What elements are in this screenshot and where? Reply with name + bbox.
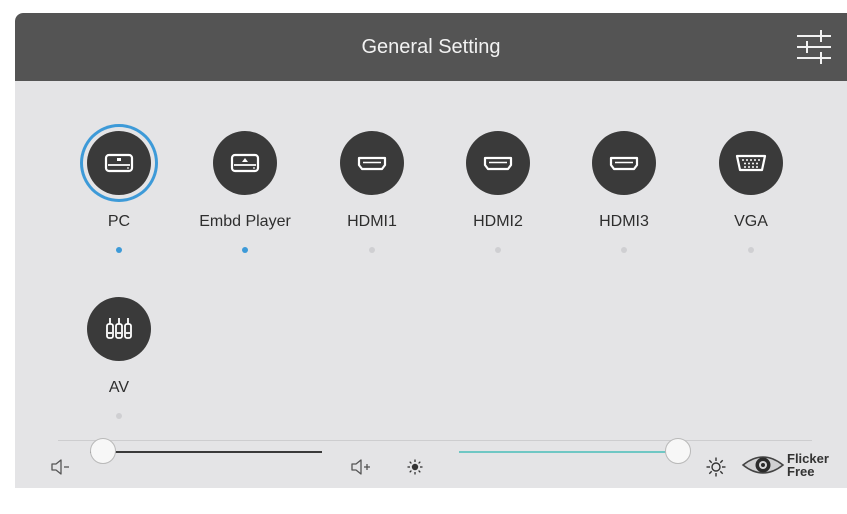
source-status-dot: [748, 247, 754, 253]
volume-up-icon[interactable]: [351, 459, 373, 480]
hdmi-icon: [466, 131, 530, 195]
source-pc[interactable]: PC: [59, 131, 179, 253]
source-vga[interactable]: VGA: [691, 131, 811, 253]
source-status-dot: [495, 247, 501, 253]
brightness-slider-fill: [459, 451, 679, 453]
brightness-high-icon[interactable]: [706, 457, 726, 482]
brightness-slider-knob[interactable]: [665, 438, 691, 464]
eye-icon: [741, 451, 785, 484]
source-label: HDMI3: [599, 213, 649, 230]
source-status-dot: [621, 247, 627, 253]
volume-slider-knob[interactable]: [90, 438, 116, 464]
volume-down-icon[interactable]: [51, 459, 73, 480]
source-label: HDMI2: [473, 213, 523, 230]
page-title: General Setting: [361, 36, 501, 58]
source-embd-player[interactable]: Embd Player: [185, 131, 305, 253]
source-status-dot: [242, 247, 248, 253]
volume-slider-track: [90, 451, 322, 453]
sliders-icon[interactable]: [794, 27, 834, 67]
source-hdmi1[interactable]: HDMI1: [312, 131, 432, 253]
source-status-dot: [116, 247, 122, 253]
hdmi-icon: [340, 131, 404, 195]
flicker-free-line2: Free: [787, 464, 815, 479]
player-drive-icon: [213, 131, 277, 195]
source-label: Embd Player: [199, 213, 291, 230]
source-label: AV: [108, 379, 130, 396]
source-label: HDMI1: [347, 213, 397, 230]
source-status-dot: [369, 247, 375, 253]
source-hdmi3[interactable]: HDMI3: [564, 131, 684, 253]
source-status-dot: [116, 413, 122, 419]
flicker-free-badge[interactable]: Flicker Free: [741, 449, 841, 481]
av-icon: [87, 297, 151, 361]
settings-panel: General Setting PC Embd Player HDMI1 HDM…: [15, 13, 847, 488]
brightness-low-icon[interactable]: [407, 459, 423, 480]
source-hdmi2[interactable]: HDMI2: [438, 131, 558, 253]
vga-icon: [719, 131, 783, 195]
source-av[interactable]: AV: [59, 297, 179, 419]
volume-slider[interactable]: [90, 436, 322, 468]
source-label: PC: [107, 213, 131, 230]
header-bar: General Setting: [15, 13, 847, 81]
brightness-slider[interactable]: [459, 436, 691, 468]
hdmi-icon: [592, 131, 656, 195]
pc-drive-icon: [87, 131, 151, 195]
source-label: VGA: [734, 213, 768, 230]
